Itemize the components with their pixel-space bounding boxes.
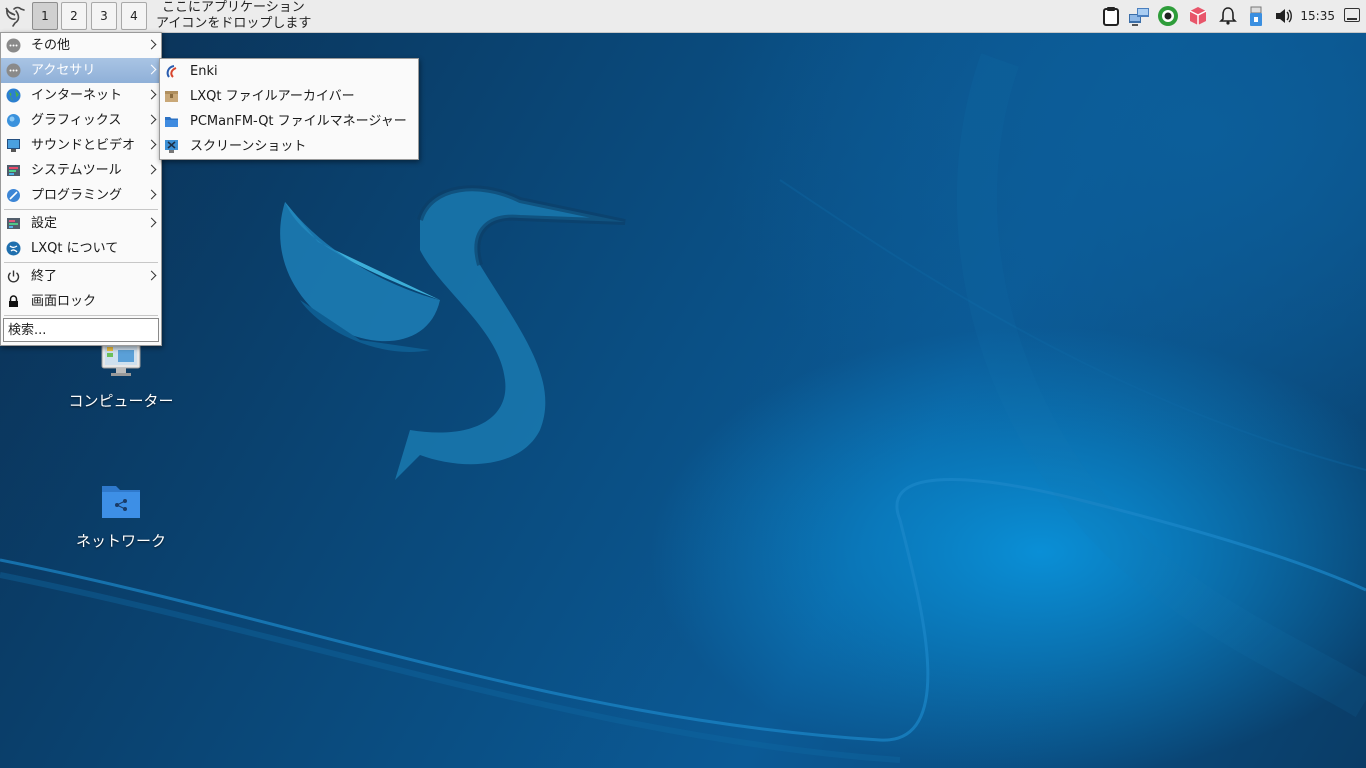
menu-item-label: インターネット xyxy=(31,88,123,103)
menu-item-label: その他 xyxy=(31,38,71,53)
chevron-right-icon xyxy=(146,189,157,200)
clipboard-icon[interactable] xyxy=(1100,5,1122,27)
desktop-icon-label: ネットワーク xyxy=(75,532,166,550)
chevron-right-icon xyxy=(146,217,157,228)
menu-separator xyxy=(4,262,158,263)
workspace-button-2[interactable]: 2 xyxy=(61,2,87,30)
desktop-icon-label: コンピューター xyxy=(68,392,174,410)
menu-item-label: LXQt について xyxy=(31,241,119,256)
lock-icon xyxy=(9,295,18,307)
submenu-item-label: PCManFM-Qt ファイルマネージャー xyxy=(190,114,407,129)
menu-item-label: 設定 xyxy=(31,216,58,231)
submenu-item-screenshot[interactable]: スクリーンショット xyxy=(160,134,418,159)
show-desktop-icon[interactable] xyxy=(1344,8,1360,22)
accessories-submenu: Enki LXQt ファイルアーカイバー PCManFM-Qt ファイルマネージ… xyxy=(159,58,419,160)
usb-icon[interactable] xyxy=(1245,5,1267,27)
package-icon[interactable] xyxy=(1187,5,1209,27)
menu-item-internet[interactable]: インターネット xyxy=(1,83,161,108)
system-tools-icon xyxy=(7,165,20,176)
clock[interactable]: 15:35 xyxy=(1300,0,1335,32)
menu-item-label: 画面ロック xyxy=(31,294,97,309)
archive-icon xyxy=(165,91,178,102)
main-menu-button[interactable] xyxy=(2,3,26,29)
menu-item-about-lxqt[interactable]: LXQt について xyxy=(1,236,161,261)
desktop-icon-computer[interactable]: コンピューター xyxy=(56,338,186,411)
desktop-icon-network[interactable]: ネットワーク xyxy=(56,480,186,551)
top-panel: 1 2 3 4 ここにアプリケーション アイコンをドロップします 15:35 xyxy=(0,0,1366,33)
workspace-button-3[interactable]: 3 xyxy=(91,2,117,30)
menu-item-label: サウンドとビデオ xyxy=(31,138,136,153)
quicklaunch-hint-line2: アイコンをドロップします xyxy=(156,16,312,31)
quicklaunch-hint-line1: ここにアプリケーション xyxy=(162,0,305,15)
menu-item-programming[interactable]: プログラミング xyxy=(1,183,161,208)
submenu-item-archiver[interactable]: LXQt ファイルアーカイバー xyxy=(160,84,418,109)
menu-item-label: システムツール xyxy=(31,163,122,178)
menu-item-sound-video[interactable]: サウンドとビデオ xyxy=(1,133,161,158)
chevron-right-icon xyxy=(146,114,157,125)
workspace-button-4[interactable]: 4 xyxy=(121,2,147,30)
menu-item-label: 終了 xyxy=(31,269,58,284)
chevron-right-icon xyxy=(146,39,157,50)
chevron-right-icon xyxy=(146,270,157,281)
submenu-item-label: LXQt ファイルアーカイバー xyxy=(190,89,355,104)
menu-item-graphics[interactable]: グラフィックス xyxy=(1,108,161,133)
submenu-item-enki[interactable]: Enki xyxy=(160,59,418,84)
menu-item-label: プログラミング xyxy=(31,188,123,203)
network-icon[interactable] xyxy=(1128,5,1150,27)
more-icon xyxy=(6,63,21,78)
multimedia-icon xyxy=(7,139,20,152)
chevron-right-icon xyxy=(146,164,157,175)
submenu-item-label: Enki xyxy=(190,64,218,79)
screenshot-icon xyxy=(165,140,178,153)
lubuntu-logo-icon xyxy=(5,6,25,27)
globe-icon xyxy=(6,88,21,103)
menu-item-settings[interactable]: 設定 xyxy=(1,211,161,236)
menu-item-label: グラフィックス xyxy=(31,113,122,128)
chevron-right-icon xyxy=(146,64,157,75)
quicklaunch-drop-area[interactable]: ここにアプリケーション アイコンをドロップします xyxy=(156,0,311,32)
settings-icon xyxy=(7,218,20,229)
menu-search-input[interactable]: 検索... xyxy=(3,318,159,342)
recorder-icon[interactable] xyxy=(1157,5,1179,27)
more-icon xyxy=(6,38,21,53)
application-menu: その他 アクセサリ インターネット グラフィックス サウンドとビデオ システムツ… xyxy=(0,32,162,346)
submenu-item-file-manager[interactable]: PCManFM-Qt ファイルマネージャー xyxy=(160,109,418,134)
chevron-right-icon xyxy=(146,89,157,100)
folder-icon xyxy=(165,117,178,127)
menu-item-shutdown[interactable]: 終了 xyxy=(1,264,161,289)
menu-item-other[interactable]: その他 xyxy=(1,33,161,58)
notification-bell-icon[interactable] xyxy=(1217,5,1239,27)
menu-separator xyxy=(4,315,158,316)
workspace-button-1[interactable]: 1 xyxy=(32,2,58,30)
volume-icon[interactable] xyxy=(1273,5,1295,27)
network-folder-icon xyxy=(102,486,140,518)
chevron-right-icon xyxy=(146,139,157,150)
menu-item-label: アクセサリ xyxy=(31,63,96,78)
menu-item-system-tools[interactable]: システムツール xyxy=(1,158,161,183)
menu-item-lock-screen[interactable]: 画面ロック xyxy=(1,289,161,314)
programming-icon xyxy=(7,189,20,202)
menu-item-accessories[interactable]: アクセサリ xyxy=(1,58,161,83)
enki-icon xyxy=(166,65,177,78)
submenu-item-label: スクリーンショット xyxy=(190,139,307,154)
power-icon xyxy=(7,270,20,283)
lxqt-icon xyxy=(6,241,21,256)
graphics-icon xyxy=(7,114,20,127)
menu-separator xyxy=(4,209,158,210)
